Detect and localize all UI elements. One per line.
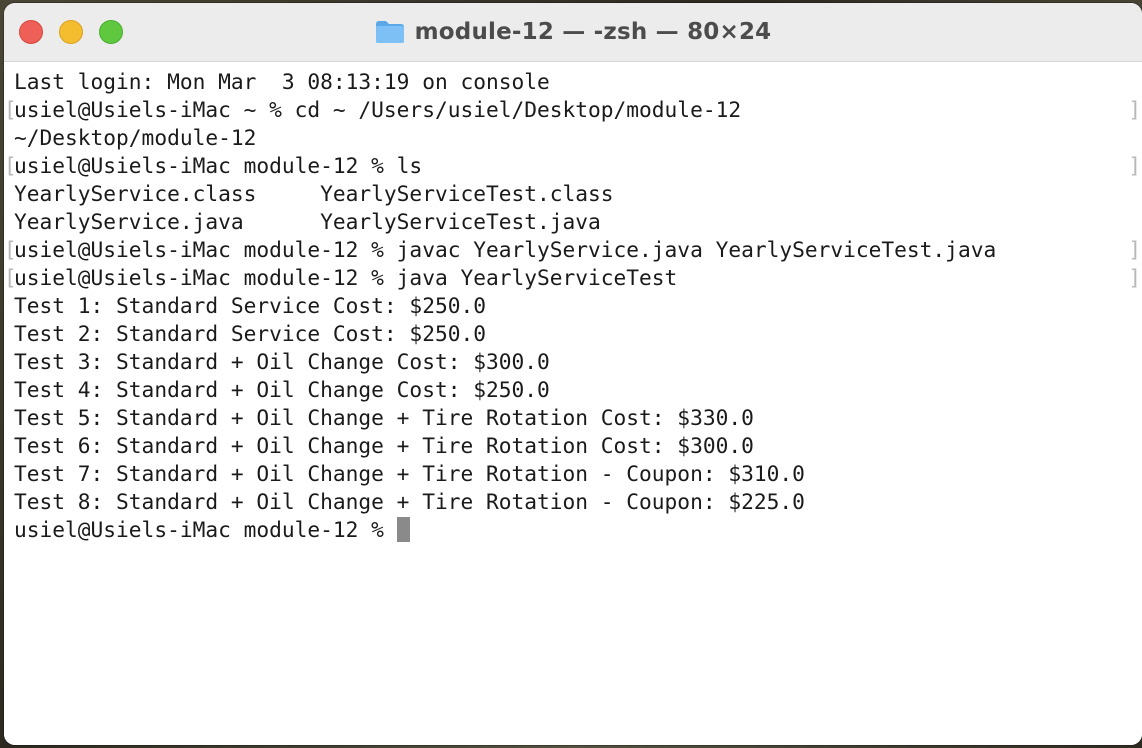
terminal-line: Last login: Mon Mar 3 08:13:19 on consol… bbox=[14, 69, 550, 94]
terminal-line: Test 3: Standard + Oil Change Cost: $300… bbox=[14, 349, 550, 374]
terminal-line: ~/Desktop/module-12 bbox=[14, 125, 257, 150]
terminal-line: Test 2: Standard Service Cost: $250.0 bbox=[14, 321, 486, 346]
mark-bracket-right: ] bbox=[1128, 154, 1141, 178]
terminal-line: usiel@Usiels-iMac ~ % cd ~ /Users/usiel/… bbox=[14, 97, 742, 122]
terminal-line: Test 8: Standard + Oil Change + Tire Rot… bbox=[14, 489, 805, 514]
folder-icon bbox=[375, 20, 405, 44]
mark-bracket-left: [ bbox=[4, 266, 17, 290]
terminal-line: YearlyService.java YearlyServiceTest.jav… bbox=[14, 209, 601, 234]
terminal-line: Test 4: Standard + Oil Change Cost: $250… bbox=[14, 377, 550, 402]
terminal-line: YearlyService.class YearlyServiceTest.cl… bbox=[14, 181, 614, 206]
prompt-text: usiel@Usiels-iMac module-12 % bbox=[14, 517, 397, 542]
terminal-line: Test 1: Standard Service Cost: $250.0 bbox=[14, 293, 486, 318]
terminal-window[interactable]: module-12 — -zsh — 80×24 usiel@Usiels-iM… bbox=[4, 3, 1142, 745]
text-cursor bbox=[396, 517, 410, 542]
terminal-line: Test 7: Standard + Oil Change + Tire Rot… bbox=[14, 461, 805, 486]
title-bar[interactable]: module-12 — -zsh — 80×24 bbox=[4, 3, 1142, 62]
mark-bracket-left: [ bbox=[4, 154, 17, 178]
terminal-line: Test 6: Standard + Oil Change + Tire Rot… bbox=[14, 433, 754, 458]
mark-bracket-right: ] bbox=[1128, 238, 1141, 262]
prompt-line[interactable]: usiel@Usiels-iMac module-12 % bbox=[14, 516, 410, 544]
terminal-line: usiel@Usiels-iMac module-12 % java Yearl… bbox=[14, 265, 678, 290]
terminal-line: usiel@Usiels-iMac module-12 % javac Year… bbox=[14, 237, 997, 262]
window-title-group: module-12 — -zsh — 80×24 bbox=[4, 17, 1142, 47]
mark-bracket-left: [ bbox=[4, 238, 17, 262]
window-title: module-12 — -zsh — 80×24 bbox=[414, 19, 772, 45]
mark-bracket-right: ] bbox=[1128, 266, 1141, 290]
terminal-line: Test 5: Standard + Oil Change + Tire Rot… bbox=[14, 405, 754, 430]
terminal-output[interactable]: usiel@Usiels-iMac module-12 % Last login… bbox=[4, 62, 1142, 745]
mark-bracket-right: ] bbox=[1128, 98, 1141, 122]
mark-bracket-left: [ bbox=[4, 98, 17, 122]
terminal-line: usiel@Usiels-iMac module-12 % ls bbox=[14, 153, 423, 178]
